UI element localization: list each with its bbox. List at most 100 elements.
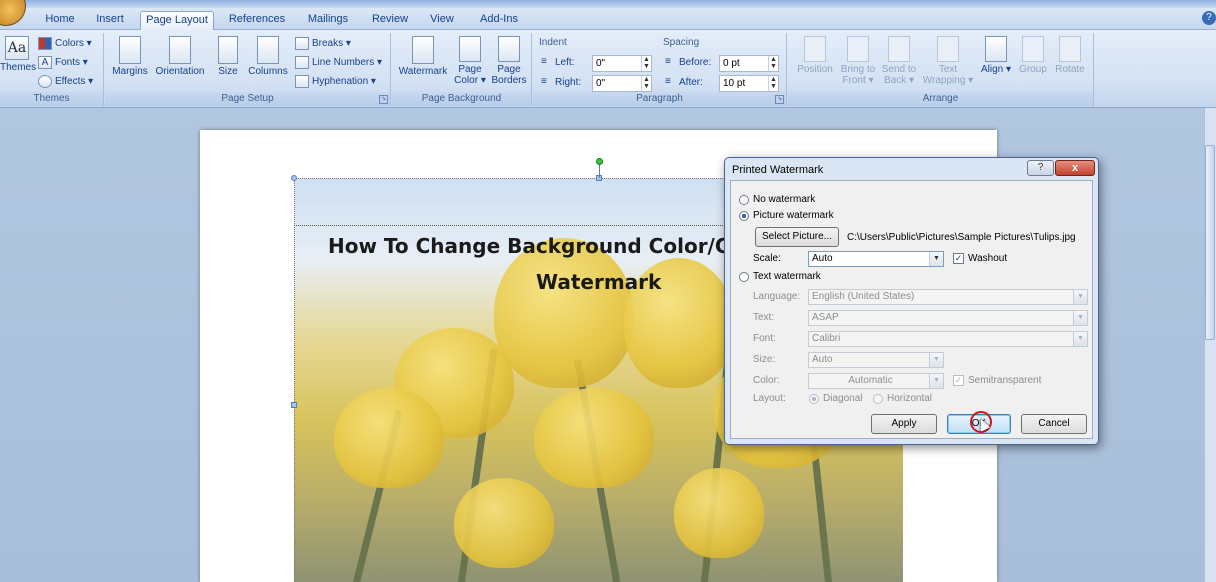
breaks-button[interactable]: Breaks ▾ bbox=[295, 37, 351, 50]
size-select[interactable]: Auto ▼ bbox=[808, 352, 944, 368]
horizontal-label[interactable]: Horizontal bbox=[887, 393, 932, 404]
select-picture-button[interactable]: Select Picture... bbox=[755, 227, 839, 247]
diagonal-radio[interactable] bbox=[809, 394, 819, 404]
orientation-icon bbox=[169, 36, 191, 64]
tab-review[interactable]: Review bbox=[366, 11, 414, 30]
semitransparent-label[interactable]: Semitransparent bbox=[968, 375, 1041, 386]
size-icon bbox=[218, 36, 238, 64]
text-wrapping-button[interactable]: Text Wrapping ▾ bbox=[922, 36, 974, 86]
ribbon: Aa Themes Colors ▾ A Fonts ▾ Effects ▾ Th… bbox=[0, 30, 1216, 108]
vertical-scrollbar-thumb[interactable] bbox=[1205, 145, 1215, 340]
arrange-group: Position Bring to Front ▾ Send to Back ▾… bbox=[788, 33, 1094, 106]
tab-references[interactable]: References bbox=[224, 11, 290, 30]
group-button[interactable]: Group bbox=[1016, 36, 1050, 75]
language-select[interactable]: English (United States) ▼ bbox=[808, 289, 1088, 305]
margins-button[interactable]: Margins bbox=[109, 36, 151, 77]
spacing-before-input[interactable]: 0 pt ▲ ▼ bbox=[719, 55, 779, 72]
orientation-button[interactable]: Orientation bbox=[151, 36, 209, 77]
text-watermark-label[interactable]: Text watermark bbox=[753, 271, 821, 282]
page-setup-launcher-icon[interactable]: ↘ bbox=[379, 95, 388, 104]
resize-handle-top-left[interactable] bbox=[291, 175, 297, 181]
spacing-after-spinner-icon[interactable]: ▲ ▼ bbox=[768, 76, 778, 91]
font-dropdown-icon[interactable]: ▼ bbox=[1073, 332, 1087, 346]
page-color-button[interactable]: Page Color ▾ bbox=[452, 36, 488, 86]
language-label: Language: bbox=[753, 291, 801, 302]
scale-select[interactable]: Auto ▼ bbox=[808, 251, 944, 267]
picture-watermark-radio[interactable] bbox=[739, 211, 749, 221]
margins-icon bbox=[119, 36, 141, 64]
diagonal-label[interactable]: Diagonal bbox=[823, 393, 862, 404]
paragraph-group: Indent ≡ Left: 0" ▲ ▼ ≡ Right: 0" ▲ ▼ Spacing … bbox=[533, 33, 787, 106]
colors-button[interactable]: Colors ▾ bbox=[38, 37, 92, 50]
hyphenation-button[interactable]: Hyphenation ▾ bbox=[295, 75, 376, 88]
no-watermark-radio[interactable] bbox=[739, 195, 749, 205]
page-background-group-label: Page Background bbox=[392, 92, 531, 106]
page-borders-icon bbox=[498, 36, 520, 62]
dialog-body: No watermark Picture watermark Select Pi… bbox=[730, 180, 1093, 439]
text-watermark-radio[interactable] bbox=[739, 272, 749, 282]
tab-add-ins[interactable]: Add-Ins bbox=[472, 11, 526, 30]
spacing-before-spinner-icon[interactable]: ▲ ▼ bbox=[768, 56, 778, 71]
position-button[interactable]: Position bbox=[792, 36, 838, 75]
indent-left-input[interactable]: 0" ▲ ▼ bbox=[592, 55, 652, 72]
washout-label[interactable]: Washout bbox=[968, 253, 1007, 264]
fonts-icon: A bbox=[38, 56, 52, 69]
page-background-group: Watermark Page Color ▾ Page Borders Page… bbox=[392, 33, 532, 106]
indent-left-spinner-icon[interactable]: ▲ ▼ bbox=[641, 56, 651, 71]
rotate-handle[interactable] bbox=[596, 158, 603, 165]
horizontal-radio[interactable] bbox=[873, 394, 883, 404]
picture-watermark-label[interactable]: Picture watermark bbox=[753, 210, 834, 221]
scale-dropdown-icon[interactable]: ▼ bbox=[929, 252, 943, 266]
themes-icon: Aa bbox=[5, 36, 29, 60]
ribbon-tab-bar: Home Insert Page Layout References Maili… bbox=[0, 8, 1216, 30]
breaks-icon bbox=[295, 37, 309, 50]
dialog-close-button[interactable]: x bbox=[1055, 160, 1095, 176]
spacing-after-input[interactable]: 10 pt ▲ ▼ bbox=[719, 75, 779, 92]
resize-handle-left[interactable] bbox=[291, 402, 297, 408]
color-select[interactable]: Automatic ▼ bbox=[808, 373, 944, 389]
text-dropdown-icon[interactable]: ▼ bbox=[1073, 311, 1087, 325]
washout-checkbox[interactable]: ✓ bbox=[953, 253, 964, 264]
indent-right-input[interactable]: 0" ▲ ▼ bbox=[592, 75, 652, 92]
line-numbers-icon bbox=[295, 56, 309, 69]
no-watermark-label[interactable]: No watermark bbox=[753, 194, 815, 205]
columns-button[interactable]: Columns bbox=[245, 36, 291, 77]
effects-icon bbox=[38, 75, 52, 88]
apply-button[interactable]: Apply bbox=[871, 414, 937, 434]
semitransparent-checkbox[interactable]: ✓ bbox=[953, 375, 964, 386]
size-button[interactable]: Size bbox=[213, 36, 243, 77]
line-numbers-button[interactable]: Line Numbers ▾ bbox=[295, 56, 382, 69]
tab-page-layout[interactable]: Page Layout bbox=[140, 11, 214, 30]
tab-mailings[interactable]: Mailings bbox=[300, 11, 356, 30]
font-select[interactable]: Calibri ▼ bbox=[808, 331, 1088, 347]
page-borders-button[interactable]: Page Borders bbox=[490, 36, 528, 86]
themes-button[interactable]: Aa Themes bbox=[0, 36, 36, 73]
paragraph-launcher-icon[interactable]: ↘ bbox=[775, 95, 784, 104]
layout-label: Layout: bbox=[753, 393, 786, 404]
tab-home[interactable]: Home bbox=[38, 11, 82, 30]
language-dropdown-icon[interactable]: ▼ bbox=[1073, 290, 1087, 304]
fonts-button[interactable]: A Fonts ▾ bbox=[38, 56, 88, 69]
page-setup-group: Margins Orientation Size Columns Breaks … bbox=[105, 33, 391, 106]
watermark-button[interactable]: Watermark bbox=[396, 36, 450, 77]
bring-to-front-button[interactable]: Bring to Front ▾ bbox=[838, 36, 878, 86]
tab-view[interactable]: View bbox=[422, 11, 462, 30]
font-label: Font: bbox=[753, 333, 776, 344]
tab-insert[interactable]: Insert bbox=[88, 11, 132, 30]
send-to-back-button[interactable]: Send to Back ▾ bbox=[880, 36, 918, 86]
picture-path: C:\Users\Public\Pictures\Sample Pictures… bbox=[847, 232, 1076, 243]
rotate-button[interactable]: Rotate bbox=[1052, 36, 1088, 75]
effects-button[interactable]: Effects ▾ bbox=[38, 75, 93, 88]
indent-right-spinner-icon[interactable]: ▲ ▼ bbox=[641, 76, 651, 91]
align-button[interactable]: Align ▾ bbox=[980, 36, 1012, 75]
page-setup-group-label: Page Setup bbox=[105, 92, 390, 106]
cancel-button[interactable]: Cancel bbox=[1021, 414, 1087, 434]
dialog-help-button[interactable]: ? bbox=[1027, 160, 1054, 176]
help-icon[interactable]: ? bbox=[1202, 11, 1216, 25]
watermark-icon bbox=[412, 36, 434, 64]
color-dropdown-icon[interactable]: ▼ bbox=[929, 374, 943, 388]
text-label: Text: bbox=[753, 312, 775, 323]
text-select[interactable]: ASAP ▼ bbox=[808, 310, 1088, 326]
size-dropdown-icon[interactable]: ▼ bbox=[929, 353, 943, 367]
title-strip bbox=[0, 0, 1216, 8]
